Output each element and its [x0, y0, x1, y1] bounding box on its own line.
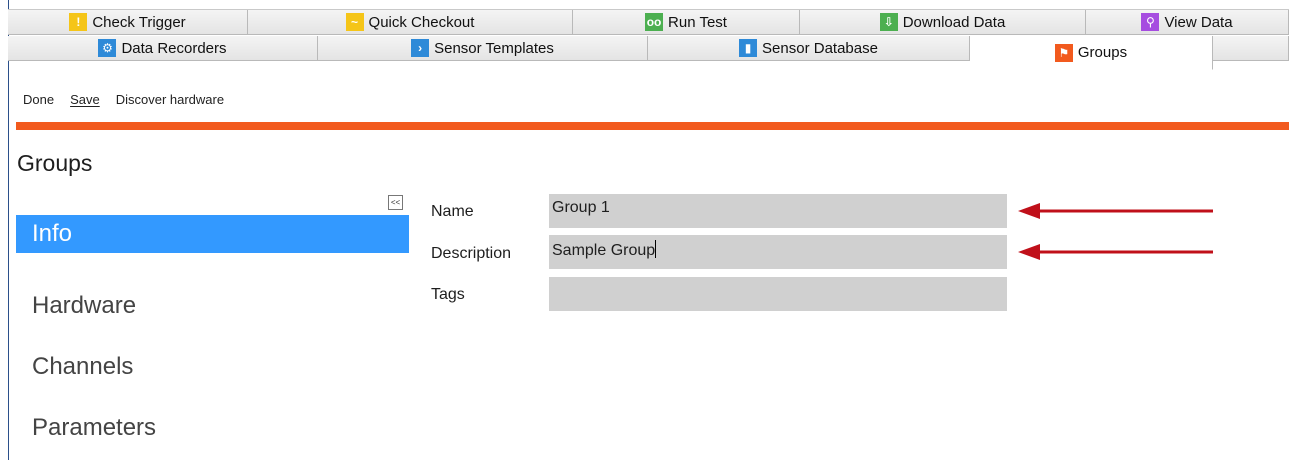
side-nav: Info Hardware Channels Parameters: [16, 215, 409, 458]
name-field[interactable]: Group 1: [549, 194, 1007, 228]
tags-label: Tags: [431, 286, 465, 303]
quick-checkout-icon: ~: [345, 13, 364, 31]
tab-data-recorders[interactable]: ⚙ Data Recorders: [8, 36, 318, 61]
tab-label: Sensor Templates: [434, 39, 554, 57]
collapse-panel-button[interactable]: <<: [388, 195, 403, 210]
tab-sensor-database[interactable]: ▮ Sensor Database: [648, 36, 970, 61]
check-trigger-icon: !: [69, 13, 88, 31]
annotation-arrow-icon: [1018, 203, 1213, 219]
tab-row-top: ! Check Trigger ~ Quick Checkout oo Run …: [8, 9, 1289, 35]
tab-label: Run Test: [668, 13, 727, 31]
tab-quick-checkout[interactable]: ~ Quick Checkout: [248, 10, 573, 35]
tab-label: Data Recorders: [121, 39, 227, 57]
nav-item-parameters[interactable]: Parameters: [16, 397, 409, 458]
tab-label: View Data: [1164, 13, 1233, 31]
tab-label: Quick Checkout: [368, 13, 475, 31]
name-label: Name: [431, 203, 474, 220]
sensor-templates-icon: ›: [411, 39, 430, 57]
tab-sensor-templates[interactable]: › Sensor Templates: [318, 36, 648, 61]
run-test-icon: oo: [645, 13, 664, 31]
tab-check-trigger[interactable]: ! Check Trigger: [8, 10, 248, 35]
description-label: Description: [431, 245, 512, 262]
tab-row-bottom: ⚙ Data Recorders › Sensor Templates ▮ Se…: [8, 36, 1289, 70]
data-recorders-icon: ⚙: [98, 39, 117, 57]
tab-label: Sensor Database: [762, 39, 878, 57]
save-button[interactable]: Save: [70, 92, 100, 107]
description-value: Sample Group: [552, 242, 656, 259]
tab-label: Check Trigger: [92, 13, 186, 31]
tab-run-test[interactable]: oo Run Test: [573, 10, 800, 35]
toolbar: Done Save Discover hardware: [23, 92, 224, 107]
description-field[interactable]: Sample Group: [549, 235, 1007, 269]
nav-item-channels[interactable]: Channels: [16, 336, 409, 397]
annotation-arrow-icon: [1018, 244, 1213, 260]
groups-icon: ⚑: [1054, 43, 1073, 62]
tags-field[interactable]: [549, 277, 1007, 311]
tab-label: Groups: [1077, 44, 1128, 61]
nav-item-info[interactable]: Info: [16, 215, 409, 253]
text-caret: [655, 240, 657, 258]
accent-bar: [16, 122, 1289, 130]
tab-view-data[interactable]: ⚲ View Data: [1086, 10, 1289, 35]
tab-download-data[interactable]: ⇩ Download Data: [800, 10, 1086, 35]
view-data-icon: ⚲: [1141, 13, 1160, 31]
done-button[interactable]: Done: [23, 92, 54, 107]
page-title: Groups: [17, 150, 93, 176]
tab-groups[interactable]: ⚑ Groups: [970, 36, 1213, 70]
download-data-icon: ⇩: [879, 13, 898, 31]
tab-empty: [1213, 36, 1289, 61]
tab-label: Download Data: [902, 13, 1006, 31]
name-value: Group 1: [552, 199, 610, 216]
discover-hardware-button[interactable]: Discover hardware: [116, 92, 224, 107]
sensor-database-icon: ▮: [739, 39, 758, 57]
nav-item-hardware[interactable]: Hardware: [16, 275, 409, 336]
